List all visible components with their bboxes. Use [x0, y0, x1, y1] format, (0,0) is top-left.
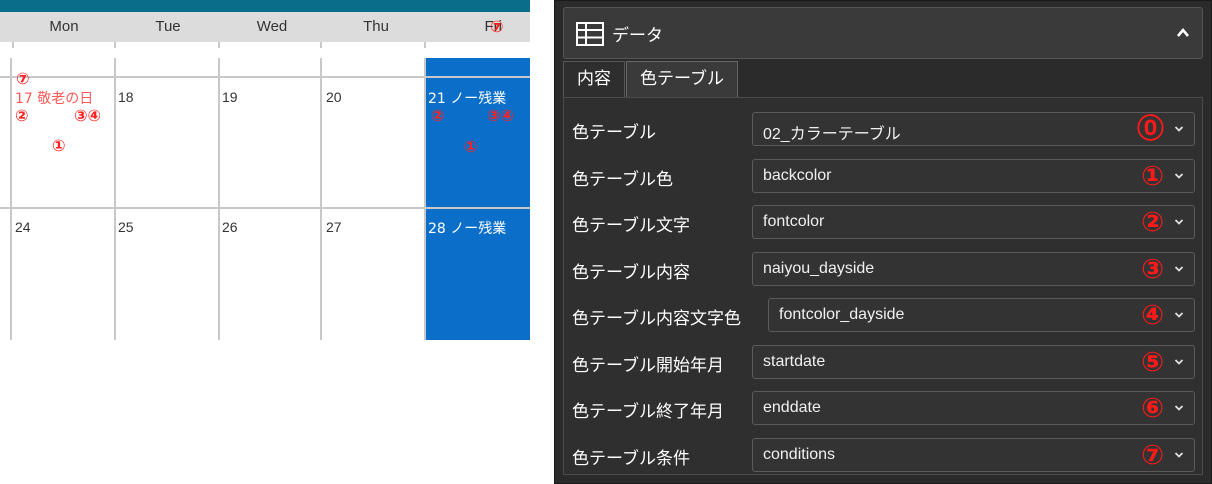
fri-center-marker: ① [464, 137, 478, 156]
chevron-down-icon[interactable] [1174, 265, 1184, 273]
row-marker: ② [1141, 207, 1164, 238]
row-select-7[interactable]: conditions ⑦ [752, 437, 1195, 472]
row-label-3: 色テーブル内容 [572, 262, 690, 283]
row-select-value: startdate [763, 352, 826, 370]
chevron-down-icon[interactable] [1174, 358, 1184, 366]
row-select-value: fontcolor [763, 213, 825, 230]
data-property-panel: データ 内容 色テーブル 色テーブル 02_カラーテーブル ⓪ 色テーブル色 backc… [554, 0, 1212, 484]
day-cell-27[interactable]: 27 [326, 219, 342, 235]
row-select-0[interactable]: 02_カラーテーブル ⓪ [752, 112, 1195, 146]
day-cell-18[interactable]: 18 [118, 89, 134, 105]
mon-center-marker: ① [52, 136, 66, 155]
day-cell-20[interactable]: 20 [326, 89, 342, 105]
row-label-6: 色テーブル終了年月 [572, 402, 724, 422]
row-marker: ① [1141, 160, 1164, 192]
day-cell-25[interactable]: 25 [118, 219, 134, 235]
row-label-4: 色テーブル内容文字色 [572, 309, 741, 329]
chevron-down-icon[interactable] [1174, 311, 1184, 319]
calendar-top-bar [0, 0, 530, 12]
day-cell-19[interactable]: 19 [222, 89, 238, 105]
tab-content[interactable]: 内容 [563, 61, 625, 97]
row-select-value: naiyou_dayside [763, 259, 875, 277]
day-cell-21[interactable]: 21 ノー残業 [428, 88, 506, 108]
mon-top-marker: ⑦ [16, 69, 30, 88]
mon-left-marker: ② [15, 106, 29, 125]
row-label-1: 色テーブル色 [572, 169, 673, 190]
mon-right-marker: ③④ [74, 106, 102, 125]
row-marker: ⑥ [1141, 393, 1164, 424]
chevron-down-icon[interactable] [1174, 451, 1184, 459]
row-select-2[interactable]: fontcolor ② [752, 205, 1195, 239]
row-label-2: 色テーブル文字 [572, 216, 690, 236]
row-select-value: 02_カラーテーブル [763, 126, 901, 143]
day-cell-24[interactable]: 24 [15, 219, 31, 235]
day-cell-28[interactable]: 28 ノー残業 [428, 218, 506, 238]
row-marker: ⑤ [1141, 346, 1164, 378]
row-select-5[interactable]: startdate ⑤ [752, 344, 1195, 379]
chevron-down-icon[interactable] [1174, 218, 1184, 226]
fri-right-marker: ③④ [487, 106, 515, 125]
fri-header-marker: ⑦ [490, 17, 504, 36]
row-marker: ③ [1141, 253, 1164, 285]
calendar-view: Mon Tue Wed Thu Fri ⑦ 17 敬老の日 18 19 20 2… [0, 0, 530, 340]
tab-color-table[interactable]: 色テーブル [626, 61, 738, 97]
row-label-0: 色テーブル [572, 123, 656, 143]
chevron-up-icon[interactable] [1176, 26, 1190, 40]
row-select-6[interactable]: enddate ⑥ [752, 391, 1195, 425]
row-select-value: conditions [763, 445, 836, 463]
row-label-5: 色テーブル開始年月 [572, 355, 724, 376]
weekday-thu: Thu [363, 18, 389, 35]
day-cell-26[interactable]: 26 [222, 219, 238, 235]
row-select-value: backcolor [763, 166, 832, 184]
weekday-wed: Wed [256, 18, 288, 35]
weekday-mon: Mon [49, 18, 79, 35]
row-marker: ④ [1141, 300, 1164, 331]
row-select-1[interactable]: backcolor ① [752, 158, 1195, 193]
row-select-3[interactable]: naiyou_dayside ③ [752, 251, 1195, 286]
row-label-7: 色テーブル条件 [572, 448, 690, 469]
panel-title: データ [612, 26, 663, 46]
color-table-settings: 色テーブル 02_カラーテーブル ⓪ 色テーブル色 backcolor ① 色テーブル文字 f… [563, 97, 1203, 475]
grid-icon [576, 22, 604, 46]
chevron-down-icon[interactable] [1174, 404, 1184, 412]
chevron-down-icon[interactable] [1174, 125, 1184, 133]
chevron-down-icon[interactable] [1174, 172, 1184, 180]
row-marker: ⑦ [1141, 439, 1164, 471]
row-select-value: fontcolor_dayside [779, 306, 905, 323]
day-cell-17[interactable]: 17 敬老の日 [15, 88, 93, 108]
row-select-4[interactable]: fontcolor_dayside ④ [768, 298, 1195, 332]
weekday-tue: Tue [155, 18, 181, 35]
panel-header[interactable]: データ [563, 7, 1203, 59]
row-select-value: enddate [763, 399, 821, 416]
row-marker: ⓪ [1137, 114, 1164, 145]
fri-left-marker: ② [431, 106, 445, 125]
